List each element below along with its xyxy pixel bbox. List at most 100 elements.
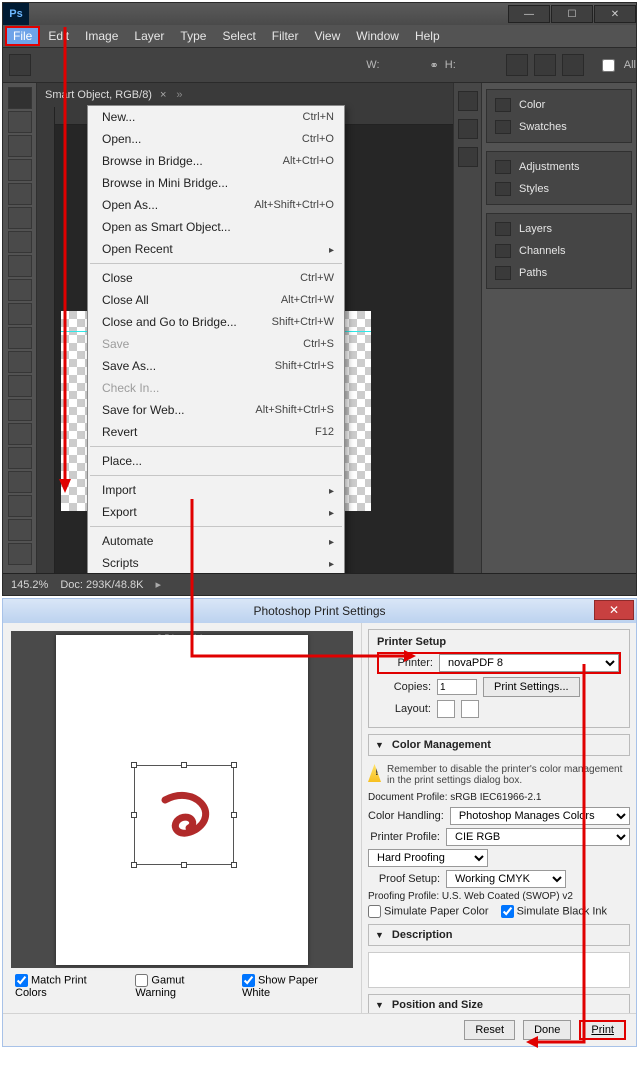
proof-setup-select[interactable]: Working CMYK — [446, 870, 566, 888]
zoom-level[interactable]: 145.2% — [11, 579, 48, 591]
opt-icon[interactable] — [562, 54, 584, 76]
menu-item-open-as-smart-object[interactable]: Open as Smart Object... — [88, 216, 344, 238]
tool-slot[interactable] — [8, 495, 32, 517]
tool-slot[interactable] — [8, 303, 32, 325]
gamut-warning-checkbox[interactable]: Gamut Warning — [135, 974, 228, 999]
menu-item-new[interactable]: New...Ctrl+N — [88, 106, 344, 128]
menu-view[interactable]: View — [306, 26, 348, 46]
color-management-header[interactable]: Color Management — [368, 734, 630, 756]
show-paper-white-checkbox[interactable]: Show Paper White — [242, 974, 349, 999]
tool-slot[interactable] — [8, 471, 32, 493]
reset-button[interactable]: Reset — [464, 1020, 515, 1040]
dock-icon[interactable] — [458, 147, 478, 167]
menu-item-place[interactable]: Place... — [88, 450, 344, 472]
layout-landscape-icon[interactable] — [461, 700, 479, 718]
menu-item-check-in: Check In... — [88, 377, 344, 399]
tab-overflow-icon[interactable]: » — [176, 89, 182, 101]
menu-item-import[interactable]: Import — [88, 479, 344, 501]
panel-styles[interactable]: Styles — [487, 178, 631, 200]
status-arrow-icon[interactable]: ▸ — [155, 578, 161, 591]
menu-edit[interactable]: Edit — [40, 26, 77, 46]
document-profile: Document Profile: sRGB IEC61966-2.1 — [368, 792, 630, 803]
tool-slot[interactable] — [8, 327, 32, 349]
tool-slot[interactable] — [8, 375, 32, 397]
tool-slot[interactable] — [8, 447, 32, 469]
tool-slot[interactable] — [8, 207, 32, 229]
dock-icon[interactable] — [458, 119, 478, 139]
print-preview: 8.5 in x 11 in — [11, 631, 353, 968]
document-tab[interactable]: Smart Object, RGB/8) × » — [37, 83, 453, 107]
menu-item-export[interactable]: Export — [88, 501, 344, 523]
opt-icon[interactable] — [506, 54, 528, 76]
color-handling-select[interactable]: Photoshop Manages Colors — [450, 807, 630, 825]
menu-item-save-for-web[interactable]: Save for Web...Alt+Shift+Ctrl+S — [88, 399, 344, 421]
menu-item-close-all[interactable]: Close AllAlt+Ctrl+W — [88, 289, 344, 311]
menu-type[interactable]: Type — [172, 26, 214, 46]
layout-portrait-icon[interactable] — [437, 700, 455, 718]
menu-item-open-recent[interactable]: Open Recent — [88, 238, 344, 260]
link-icon[interactable]: ⚭ — [430, 59, 439, 72]
description-header[interactable]: Description — [368, 924, 630, 946]
tool-slot[interactable] — [8, 279, 32, 301]
menu-item-browse-in-mini-bridge[interactable]: Browse in Mini Bridge... — [88, 172, 344, 194]
maximize-button[interactable]: ☐ — [551, 5, 593, 23]
tool-slot[interactable] — [8, 543, 32, 565]
close-button[interactable]: ✕ — [594, 5, 636, 23]
printer-profile-select[interactable]: CIE RGB — [446, 828, 630, 846]
menu-select[interactable]: Select — [214, 26, 263, 46]
tool-slot[interactable] — [8, 351, 32, 373]
tool-slot[interactable] — [8, 159, 32, 181]
position-size-header[interactable]: Position and Size — [368, 994, 630, 1013]
panel-swatches[interactable]: Swatches — [487, 116, 631, 138]
panel-icon — [495, 222, 511, 236]
tab-close-icon[interactable]: × — [160, 89, 166, 101]
panel-channels[interactable]: Channels — [487, 240, 631, 262]
minimize-button[interactable]: — — [508, 5, 550, 23]
menu-filter[interactable]: Filter — [264, 26, 307, 46]
printer-select[interactable]: novaPDF 8 — [439, 654, 619, 672]
print-settings-button[interactable]: Print Settings... — [483, 677, 580, 697]
menu-item-close[interactable]: CloseCtrl+W — [88, 267, 344, 289]
menu-image[interactable]: Image — [77, 26, 126, 46]
dialog-close-button[interactable]: ✕ — [594, 600, 634, 620]
done-button[interactable]: Done — [523, 1020, 571, 1040]
panel-paths[interactable]: Paths — [487, 262, 631, 284]
panel-adjustments[interactable]: Adjustments — [487, 156, 631, 178]
menu-layer[interactable]: Layer — [126, 26, 172, 46]
tool-slot[interactable] — [8, 255, 32, 277]
tool-slot[interactable] — [8, 399, 32, 421]
tool-slot[interactable] — [8, 423, 32, 445]
hard-proofing-select[interactable]: Hard Proofing — [368, 849, 488, 867]
print-button[interactable]: Print — [579, 1020, 626, 1040]
menu-file[interactable]: File — [5, 26, 40, 46]
simulate-paper-checkbox[interactable]: Simulate Paper Color — [368, 905, 489, 918]
match-print-colors-checkbox[interactable]: Match Print Colors — [15, 974, 121, 999]
menu-item-save-as[interactable]: Save As...Shift+Ctrl+S — [88, 355, 344, 377]
menu-item-scripts[interactable]: Scripts — [88, 552, 344, 573]
tool-slot[interactable] — [8, 231, 32, 253]
menu-item-browse-in-bridge[interactable]: Browse in Bridge...Alt+Ctrl+O — [88, 150, 344, 172]
simulate-black-checkbox[interactable]: Simulate Black Ink — [501, 905, 607, 918]
panel-layers[interactable]: Layers — [487, 218, 631, 240]
copies-input[interactable] — [437, 679, 477, 695]
menu-item-close-and-go-to-bridge[interactable]: Close and Go to Bridge...Shift+Ctrl+W — [88, 311, 344, 333]
panel-color[interactable]: Color — [487, 94, 631, 116]
menu-item-open-as[interactable]: Open As...Alt+Shift+Ctrl+O — [88, 194, 344, 216]
tool-preset-icon[interactable] — [9, 54, 31, 76]
tool-slot[interactable] — [8, 87, 32, 109]
tool-slot[interactable] — [8, 519, 32, 541]
print-bounding-box[interactable] — [134, 765, 234, 865]
menu-help[interactable]: Help — [407, 26, 448, 46]
printer-label: Printer: — [379, 657, 433, 669]
panel-icon — [495, 244, 511, 258]
all-checkbox[interactable] — [602, 59, 615, 72]
tool-slot[interactable] — [8, 183, 32, 205]
tool-slot[interactable] — [8, 111, 32, 133]
dock-icon[interactable] — [458, 91, 478, 111]
menu-item-revert[interactable]: RevertF12 — [88, 421, 344, 443]
menu-window[interactable]: Window — [348, 26, 407, 46]
menu-item-open[interactable]: Open...Ctrl+O — [88, 128, 344, 150]
opt-icon[interactable] — [534, 54, 556, 76]
tool-slot[interactable] — [8, 135, 32, 157]
menu-item-automate[interactable]: Automate — [88, 530, 344, 552]
